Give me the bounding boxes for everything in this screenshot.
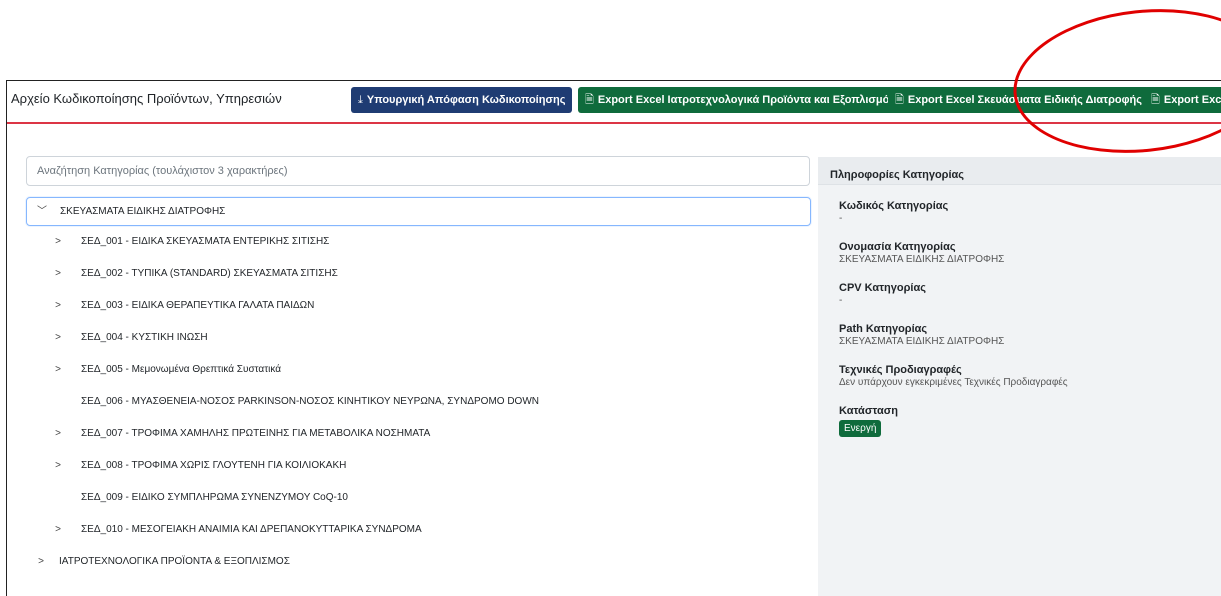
panel-title: Πληροφορίες Κατηγορίας: [818, 157, 1221, 185]
category-tree: ﹀ ΣΚΕΥΑΣΜΑΤΑ ΕΙΔΙΚΗΣ ΔΙΑΤΡΟΦΗΣ > ΣΕΔ_001…: [26, 197, 811, 578]
field-technical-specs: Τεχνικές Προδιαγραφές Δεν υπάρχουν εγκεκ…: [839, 364, 1068, 388]
field-category-path: Path Κατηγορίας ΣΚΕΥΑΣΜΑΤΑ ΕΙΔΙΚΗΣ ΔΙΑΤΡ…: [839, 323, 1005, 347]
excel-icon: 🗎: [1151, 94, 1160, 106]
tree-node[interactable]: > ΣΕΔ_003 - ΕΙΔΙΚΑ ΘΕΡΑΠΕΥΤΙΚΑ ΓΑΛΑΤΑ ΠΑ…: [26, 290, 811, 322]
tree-node[interactable]: > ΣΕΔ_001 - ΕΙΔΙΚΑ ΣΚΕΥΑΣΜΑΤΑ ΕΝΤΕΡΙΚΗΣ …: [26, 226, 811, 258]
app-frame: Αρχείο Κωδικοποίησης Προϊόντων, Υπηρεσιώ…: [6, 80, 1221, 596]
export-medical-devices-button[interactable]: 🗎 Export Excel Ιατροτεχνολογικά Προϊόντα …: [578, 87, 903, 113]
chevron-right-icon[interactable]: >: [52, 258, 64, 290]
page-header: Αρχείο Κωδικοποίησης Προϊόντων, Υπηρεσιώ…: [7, 81, 1221, 124]
tree-node[interactable]: > ΣΕΔ_004 - ΚΥΣΤΙΚΗ ΙΝΩΣΗ: [26, 322, 811, 354]
export-excel-button[interactable]: 🗎 Export Exc: [1144, 87, 1221, 113]
field-status: Κατάσταση Ενεργή: [839, 405, 898, 437]
chevron-right-icon[interactable]: >: [52, 450, 64, 482]
page-title: Αρχείο Κωδικοποίησης Προϊόντων, Υπηρεσιώ…: [11, 91, 282, 106]
tree-node[interactable]: ΣΕΔ_009 - ΕΙΔΙΚΟ ΣΥΜΠΛΗΡΩΜΑ ΣΥΝΕΝΖΥΜΟΥ C…: [26, 482, 811, 514]
tree-node-special-nutrition[interactable]: ﹀ ΣΚΕΥΑΣΜΑΤΑ ΕΙΔΙΚΗΣ ΔΙΑΤΡΟΦΗΣ: [26, 197, 811, 226]
field-category-name: Ονομασία Κατηγορίας ΣΚΕΥΑΣΜΑΤΑ ΕΙΔΙΚΗΣ Δ…: [839, 241, 1005, 265]
chevron-right-icon[interactable]: >: [35, 546, 47, 578]
field-category-code: Κωδικός Κατηγορίας -: [839, 200, 949, 224]
export-special-nutrition-button[interactable]: 🗎 Export Excel Σκευάσματα Ειδικής Διατροφ…: [888, 87, 1149, 113]
chevron-right-icon[interactable]: >: [52, 514, 64, 546]
chevron-down-icon[interactable]: ﹀: [36, 198, 48, 225]
tree-node-medical-devices[interactable]: > ΙΑΤΡΟΤΕΧΝΟΛΟΓΙΚΑ ΠΡΟΪΟΝΤΑ & ΕΞΟΠΛΙΣΜΟΣ: [26, 546, 811, 578]
ministerial-decision-button[interactable]: ⤓ Υπουργική Απόφαση Κωδικοποίησης: [351, 87, 573, 113]
chevron-right-icon[interactable]: >: [52, 290, 64, 322]
tree-node[interactable]: > ΣΕΔ_010 - ΜΕΣΟΓΕΙΑΚΗ ΑΝΑΙΜΙΑ ΚΑΙ ΔΡΕΠΑ…: [26, 514, 811, 546]
chevron-right-icon[interactable]: >: [52, 226, 64, 258]
excel-icon: 🗎: [895, 94, 904, 106]
chevron-right-icon[interactable]: >: [52, 322, 64, 354]
download-icon: ⤓: [358, 94, 363, 106]
category-info-panel: Πληροφορίες Κατηγορίας Κωδικός Κατηγορία…: [818, 157, 1221, 596]
chevron-right-icon[interactable]: >: [52, 418, 64, 450]
field-category-cpv: CPV Κατηγορίας -: [839, 282, 926, 306]
chevron-right-icon[interactable]: >: [52, 354, 64, 386]
tree-node[interactable]: > ΣΕΔ_005 - Μεμονωμένα Θρεπτικά Συστατικ…: [26, 354, 811, 386]
excel-icon: 🗎: [585, 94, 594, 106]
tree-node[interactable]: > ΣΕΔ_002 - ΤΥΠΙΚΑ (STANDARD) ΣΚΕΥΑΣΜΑΤΑ…: [26, 258, 811, 290]
status-badge: Ενεργή: [839, 420, 882, 437]
category-search-input[interactable]: [26, 156, 810, 186]
tree-node[interactable]: > ΣΕΔ_007 - ΤΡΟΦΙΜΑ ΧΑΜΗΛΗΣ ΠΡΩΤΕΙΝΗΣ ΓΙ…: [26, 418, 811, 450]
tree-node[interactable]: ΣΕΔ_006 - ΜΥΑΣΘΕΝΕΙΑ-ΝΟΣΟΣ PARKINSON-ΝΟΣ…: [26, 386, 811, 418]
tree-node[interactable]: > ΣΕΔ_008 - ΤΡΟΦΙΜΑ ΧΩΡΙΣ ΓΛΟΥΤΕΝΗ ΓΙΑ Κ…: [26, 450, 811, 482]
